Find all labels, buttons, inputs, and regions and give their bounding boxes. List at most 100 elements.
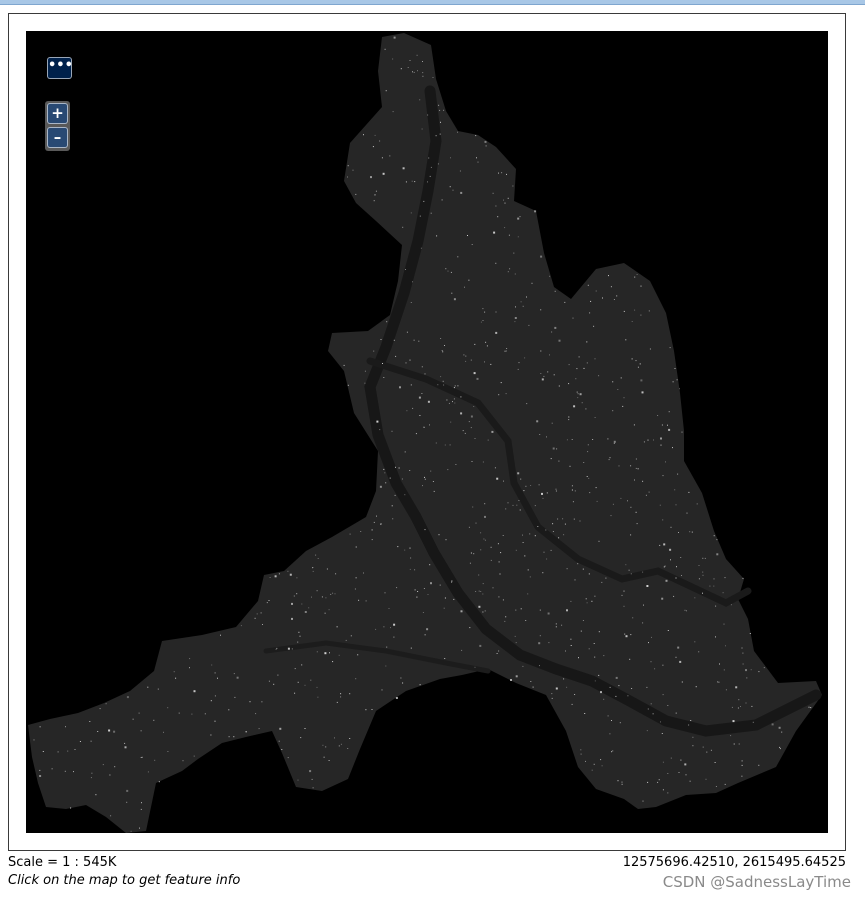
feature-dot <box>448 402 450 404</box>
feature-dot <box>386 321 388 323</box>
feature-dot <box>340 743 342 745</box>
feature-dot <box>563 678 565 680</box>
feature-dot <box>301 664 303 666</box>
feature-dot <box>97 731 99 732</box>
feature-dot <box>692 745 694 747</box>
feature-dot <box>640 314 642 316</box>
feature-dot <box>568 416 570 418</box>
feature-dot <box>105 703 107 705</box>
feature-dot <box>444 444 446 446</box>
feature-dot <box>540 309 542 311</box>
feature-dot <box>668 411 670 413</box>
feature-dot <box>381 689 383 691</box>
feature-dot <box>393 623 396 626</box>
feature-dot <box>449 186 451 188</box>
feature-dot <box>395 697 398 699</box>
feature-dot <box>490 559 492 561</box>
feature-dot <box>304 684 306 686</box>
feature-dot <box>594 595 596 597</box>
feature-dot <box>130 830 132 832</box>
feature-dot <box>543 375 545 377</box>
feature-dot <box>512 504 514 506</box>
feature-dot <box>340 696 342 698</box>
feature-dot <box>315 554 317 556</box>
feature-dot <box>482 593 484 595</box>
feature-dot <box>409 547 411 549</box>
map-svg[interactable] <box>26 31 828 833</box>
feature-dot <box>297 681 299 683</box>
feature-dot <box>435 135 437 137</box>
feature-dot <box>724 577 726 579</box>
feature-dot <box>723 623 725 625</box>
feature-dot <box>594 680 596 682</box>
feature-dot <box>439 133 441 135</box>
map-canvas[interactable]: ••• + – <box>26 31 828 833</box>
feature-dot <box>429 424 430 426</box>
feature-dot <box>618 685 620 687</box>
feature-dot <box>622 405 624 407</box>
feature-dot <box>635 360 637 362</box>
feature-dot <box>474 343 476 345</box>
feature-dot <box>423 200 425 202</box>
feature-dot <box>484 515 486 518</box>
feature-dot <box>625 564 627 566</box>
feature-dot <box>503 480 504 482</box>
more-options-button[interactable]: ••• <box>47 57 73 79</box>
feature-dot <box>524 357 526 359</box>
feature-dot <box>646 686 648 688</box>
zoom-out-button[interactable]: – <box>47 127 68 148</box>
feature-dot <box>409 60 411 61</box>
feature-dot <box>520 478 522 480</box>
feature-dot <box>450 271 452 273</box>
feature-dot <box>79 741 81 742</box>
feature-dot <box>573 518 575 520</box>
feature-dot <box>808 706 810 708</box>
feature-dot <box>542 497 544 499</box>
feature-dot <box>429 175 431 177</box>
feature-dot <box>702 592 703 594</box>
feature-dot <box>268 600 270 601</box>
feature-dot <box>364 370 366 372</box>
feature-dot <box>681 431 683 433</box>
feature-dot <box>141 756 143 758</box>
feature-dot <box>507 271 509 273</box>
feature-dot <box>510 679 512 681</box>
feature-dot <box>580 753 582 755</box>
feature-dot <box>51 768 53 770</box>
feature-dot <box>704 557 706 559</box>
feature-dot <box>717 681 719 683</box>
feature-dot <box>541 378 544 381</box>
feature-dot <box>400 677 402 679</box>
feature-dot <box>126 801 128 803</box>
feature-dot <box>424 478 426 480</box>
feature-dot <box>745 669 747 672</box>
feature-dot <box>593 325 595 327</box>
feature-dot <box>39 726 41 728</box>
feature-dot <box>417 70 418 72</box>
feature-dot <box>422 612 424 613</box>
feature-dot <box>476 157 477 159</box>
zoom-in-button[interactable]: + <box>47 103 68 124</box>
feature-dot <box>384 48 386 50</box>
feature-dot <box>482 611 484 613</box>
feature-dot <box>67 750 69 752</box>
feature-dot <box>443 109 445 111</box>
feature-dot <box>509 268 511 270</box>
feature-dot <box>573 405 576 408</box>
feature-dot <box>486 345 488 347</box>
feature-dot <box>566 568 568 570</box>
feature-dot <box>771 723 774 726</box>
feature-dot <box>589 312 591 314</box>
feature-dot <box>438 534 440 536</box>
feature-dot <box>670 559 671 561</box>
feature-dot <box>440 376 442 378</box>
feature-dot <box>549 275 551 277</box>
feature-dot <box>420 247 422 249</box>
feature-dot <box>395 355 397 357</box>
feature-dot <box>725 645 726 647</box>
feature-dot <box>338 654 340 656</box>
feature-dot <box>591 769 593 771</box>
feature-dot <box>525 620 527 621</box>
feature-dot <box>612 410 614 412</box>
feature-dot <box>460 191 463 194</box>
